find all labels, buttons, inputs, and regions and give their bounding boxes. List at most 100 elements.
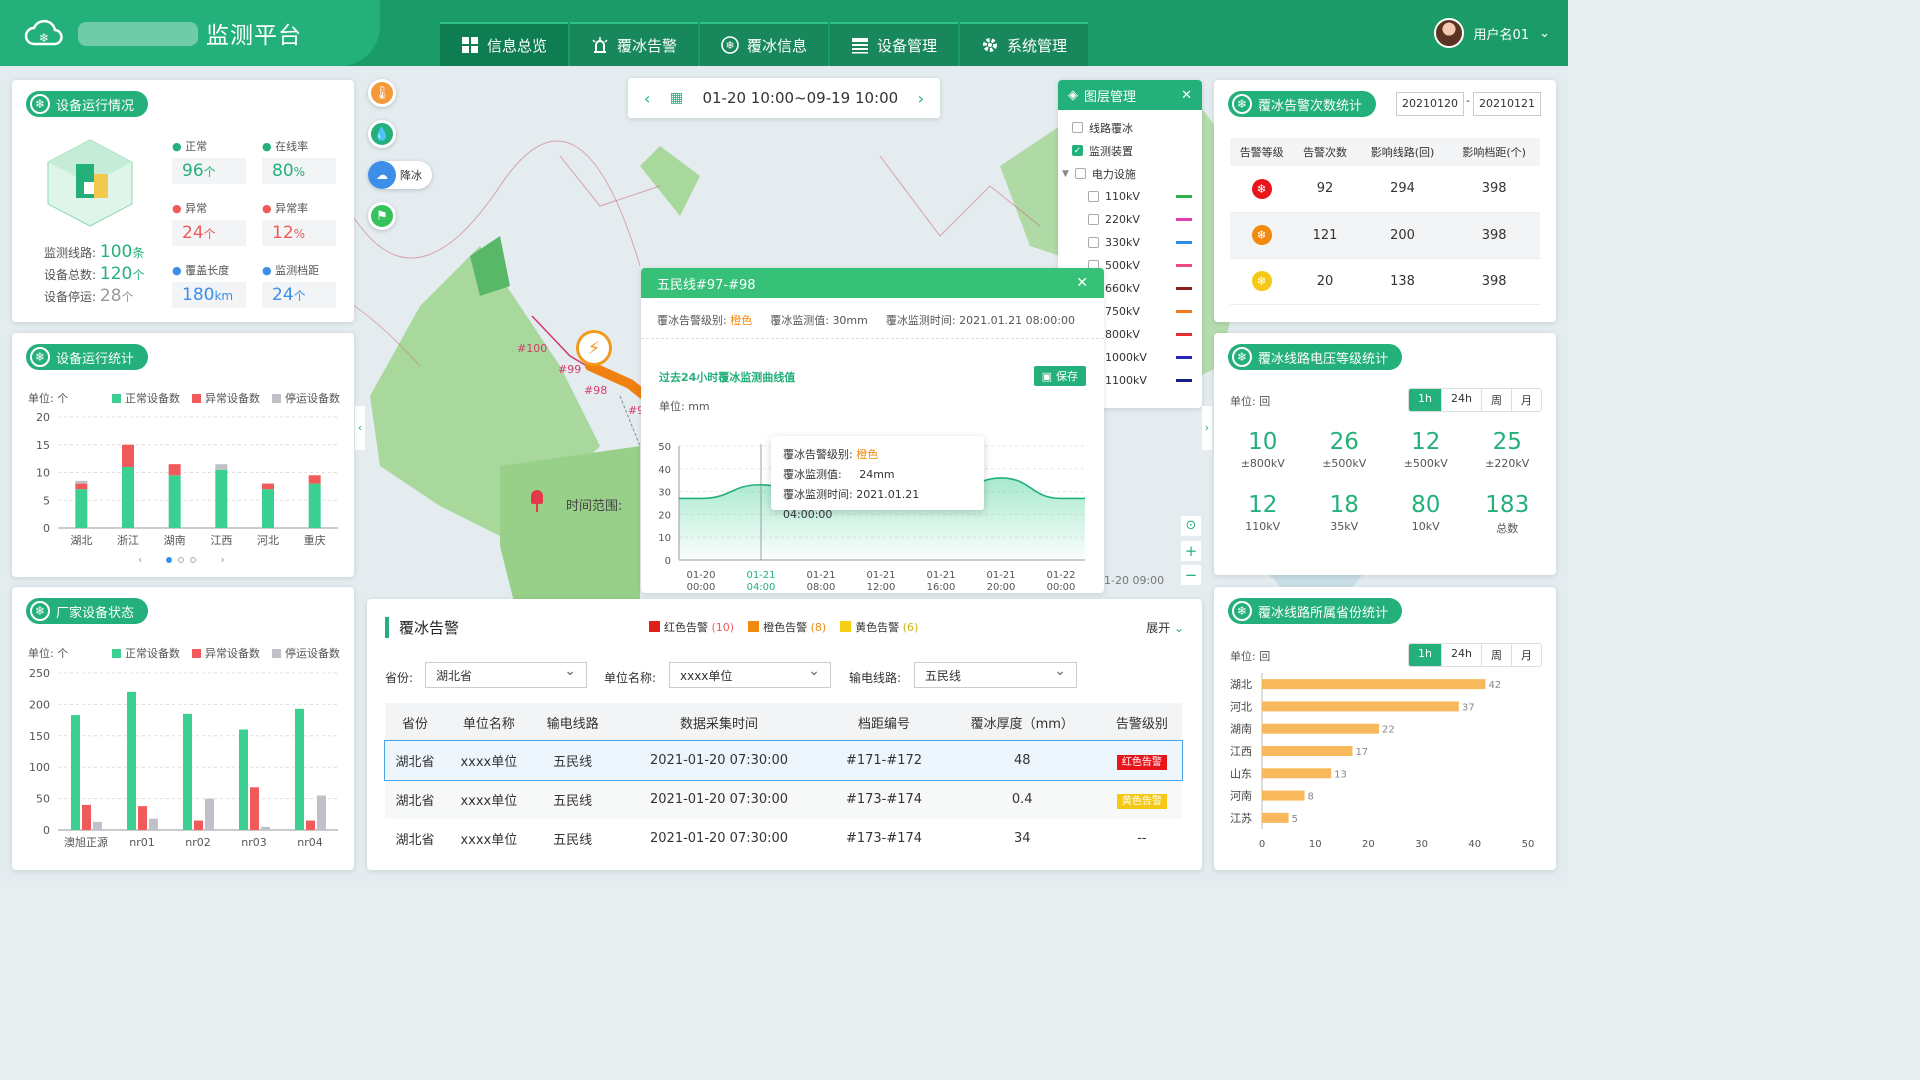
table-cell: 湖北省 — [395, 833, 435, 848]
y-tick-label: 湖北 — [1230, 678, 1252, 691]
bar-正常设备数 — [168, 475, 181, 528]
voltage-layer-item[interactable]: 330kV — [1072, 231, 1192, 254]
table-row[interactable]: 湖北省 xxxx单位 五民线 2021-01-20 07:30:00 #173-#174… — [385, 819, 1182, 858]
warn-count-title: ❄ 覆冰告警次数统计 — [1228, 91, 1377, 117]
nav-system-mgmt[interactable]: 系统管理 — [960, 22, 1088, 66]
layer-item[interactable]: ✓ 监测装置 — [1072, 139, 1192, 162]
tower-marker[interactable]: ⚡ — [576, 330, 612, 366]
y-tick-label: 100 — [29, 761, 50, 774]
collapse-right-handle[interactable]: › — [1202, 406, 1212, 450]
x-tick-label: 0 — [1259, 839, 1265, 850]
table-cell: #173-#174 — [845, 831, 923, 846]
province-period-tabs: 1h 24h 周月 — [1408, 643, 1542, 667]
bar-正常设备数 — [71, 715, 80, 830]
tab-24h[interactable]: 24h — [1442, 644, 1482, 666]
table-cell: #173-#174 — [845, 792, 923, 807]
zoom-in-button[interactable]: + — [1181, 541, 1201, 561]
bar — [1262, 701, 1459, 712]
rain-cloud-icon: ☁ — [368, 161, 396, 189]
device-stats-chart: 0 5 10 15 20 湖北 浙江 湖南 江西 河北 重庆 — [36, 411, 338, 547]
tower-label-99: #99 — [558, 363, 582, 376]
voltage-stat: 183 总数 — [1485, 492, 1530, 535]
alarm-table: 省份 单位名称 输电线路 数据采集时间 档距编号 覆冰厚度（mm） 告警级别 湖北省 xxxx单… — [384, 703, 1183, 858]
table-row: ❄ 121 200 398 — [1230, 212, 1540, 258]
bar-异常设备数 — [82, 804, 91, 830]
table-row[interactable]: 湖北省 xxxx单位 五民线 2021-01-20 07:30:00 #171-#172… — [384, 740, 1183, 781]
bar-正常设备数 — [122, 466, 134, 528]
vendor-status-legend: 正常设备数 异常设备数 停运设备数 — [112, 645, 340, 661]
column-header: 数据采集时间 — [680, 716, 759, 732]
device-stats-panel: ❄ 设备运行统计 单位: 个 正常设备数 异常设备数 停运设备数 0 5 10 15 20 湖北… — [12, 333, 354, 577]
popup-value: 覆冰监测值: 30mm — [770, 314, 868, 327]
table-row[interactable]: 湖北省 xxxx单位 五民线 2021-01-20 07:30:00 #173-#174… — [385, 780, 1182, 819]
province-select[interactable]: 湖北省 — [425, 662, 587, 688]
pager-prev-icon: ‹ — [138, 553, 143, 566]
column-header: 省份 — [402, 716, 429, 732]
collapse-left-handle[interactable]: ‹ — [355, 406, 365, 450]
layer-panel-title: 图层管理 — [1084, 89, 1137, 105]
svg-text:❄: ❄ — [39, 31, 49, 45]
warn-count-panel: ❄ 覆冰告警次数统计 20210120 - 20210121 告警等级 告警次数 影响… — [1214, 80, 1556, 322]
humidity-button[interactable]: 💧 — [368, 120, 396, 148]
nav-ice-alarm-label: 覆冰告警 — [616, 36, 677, 55]
list-icon — [851, 38, 868, 54]
date-to-input[interactable]: 20210121 — [1473, 92, 1541, 116]
table-header-row: 告警等级 告警次数 影响线路(回) 影响档距(个) — [1230, 138, 1540, 166]
layers-icon: ◈ — [1068, 87, 1078, 103]
line-select[interactable]: 五民线 — [914, 662, 1077, 688]
avatar — [1433, 18, 1464, 48]
voltage-stat: 80 10kV — [1411, 492, 1441, 533]
map-locate-button[interactable]: ⊙ — [1181, 516, 1201, 536]
zoom-out-button[interactable]: − — [1181, 565, 1201, 585]
x-tick-label: 20 — [1362, 839, 1375, 850]
table-cell: -- — [1137, 831, 1147, 846]
nav-device-mgmt[interactable]: 设备管理 — [830, 22, 958, 66]
expand-button[interactable]: 展开 ⌄ — [1146, 619, 1184, 636]
popup-close-icon[interactable]: ✕ — [1076, 275, 1088, 291]
brand-name-blurred — [78, 22, 198, 46]
date-range-bar[interactable]: ‹ ▦ 01-20 10:00~09-19 10:00 › — [628, 78, 940, 118]
stat-value: 24个 — [172, 220, 246, 246]
nav-ice-info[interactable]: ❄ 覆冰信息 — [700, 22, 828, 66]
column-header: 告警级别 — [1115, 716, 1168, 732]
voltage-layer-item[interactable]: 110kV — [1072, 185, 1192, 208]
table-cell: 五民线 — [553, 833, 593, 848]
location-pin-icon[interactable] — [531, 490, 543, 512]
voltage-layer-item[interactable]: 220kV — [1072, 208, 1192, 231]
grid-icon — [461, 37, 478, 53]
date-from-input[interactable]: 20210120 — [1396, 92, 1464, 116]
tab-1h[interactable]: 1h — [1409, 644, 1442, 666]
save-button[interactable]: ▣ 保存 — [1033, 366, 1086, 386]
table-cell: xxxx单位 — [460, 794, 518, 809]
x-tick-label: 01-21 — [746, 570, 775, 581]
layer-item[interactable]: ▼ 电力设施 — [1062, 162, 1192, 185]
y-tick-label: 20 — [36, 411, 50, 424]
bar-正常设备数 — [183, 713, 192, 830]
next-date-arrow-icon[interactable]: › — [918, 89, 924, 108]
nav-ice-alarm[interactable]: 覆冰告警 — [570, 22, 698, 66]
voltage-stat: 25 ±220kV — [1485, 429, 1530, 470]
tab-1h[interactable]: 1h — [1409, 389, 1442, 411]
nav-overview[interactable]: 信息总览 — [440, 22, 568, 66]
tab-week[interactable]: 周 — [1482, 644, 1512, 666]
tab-month[interactable]: 月 — [1512, 644, 1541, 666]
user-menu[interactable]: 用户名01 ⌄ — [1433, 18, 1550, 48]
thermometer-button[interactable]: 🌡 — [368, 79, 396, 107]
close-icon[interactable]: ✕ — [1181, 88, 1192, 103]
wind-button[interactable]: ⚑ — [368, 202, 396, 230]
prev-date-arrow-icon[interactable]: ‹ — [644, 89, 650, 108]
tab-month[interactable]: 月 — [1512, 389, 1541, 411]
layer-item[interactable]: 线路覆冰 — [1072, 116, 1192, 139]
unit-select[interactable]: xxxx单位 — [669, 662, 831, 688]
time-range-tail: 1-20 09:00 — [1104, 574, 1165, 587]
device-cube-illustration — [47, 139, 133, 227]
tab-week[interactable]: 周 — [1482, 389, 1512, 411]
vendor-status-chart: 0 50 100 150 200 250 澳旭正源 nr01 nr02 nr03 nr04 — [29, 667, 338, 849]
ice-rain-button[interactable]: ☁ 降冰 — [368, 161, 432, 189]
y-tick-label: 15 — [36, 439, 50, 452]
voltage-period-tabs: 1h 24h 周月 — [1408, 388, 1542, 412]
stat-value: 12% — [262, 220, 336, 246]
tab-24h[interactable]: 24h — [1442, 389, 1482, 411]
pager[interactable]: ‹ › — [138, 553, 225, 566]
popup-header: 五民线#97-#98 ✕ — [641, 268, 1104, 298]
